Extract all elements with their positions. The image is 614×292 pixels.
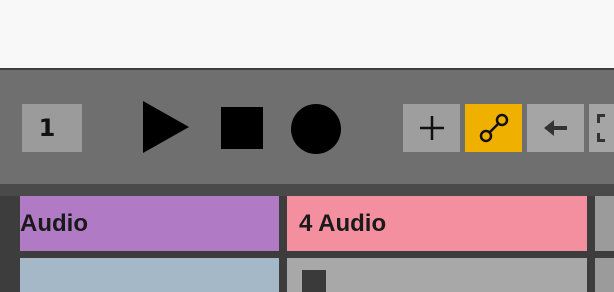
panel-divider: [0, 184, 614, 196]
add-button[interactable]: [403, 104, 460, 152]
track-header-next[interactable]: [595, 196, 614, 251]
track-header-audio[interactable]: Audio: [20, 196, 279, 251]
plus-icon: [419, 116, 444, 140]
bracket-icon: [597, 114, 605, 142]
track-header-4-audio[interactable]: 4 Audio: [287, 196, 587, 251]
stop-button[interactable]: [221, 107, 263, 149]
bar-position-value: 1: [38, 114, 56, 142]
arrow-left-icon: [543, 120, 567, 136]
track-title: Audio: [20, 209, 88, 237]
bracket-button[interactable]: [589, 104, 614, 152]
window-top-area: [0, 0, 614, 68]
play-icon: [143, 101, 189, 153]
clip-slot[interactable]: [595, 258, 614, 292]
bar-position-field[interactable]: 1: [22, 104, 82, 152]
clip-stop-icon[interactable]: [302, 270, 326, 292]
link-icon: [479, 113, 508, 143]
clip-slot[interactable]: [20, 258, 279, 292]
link-button[interactable]: [465, 104, 522, 152]
play-button[interactable]: [143, 101, 189, 153]
clip-slot[interactable]: [287, 258, 587, 292]
back-button[interactable]: [527, 104, 584, 152]
record-button[interactable]: [291, 104, 341, 154]
track-title: 4 Audio: [299, 209, 387, 237]
